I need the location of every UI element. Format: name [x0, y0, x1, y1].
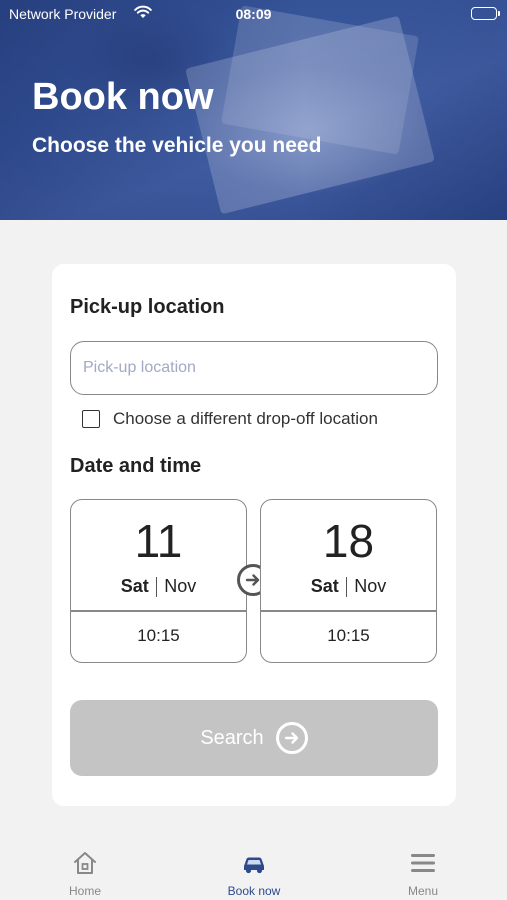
- hamburger-menu-icon: [410, 850, 436, 881]
- return-date-picker[interactable]: 18 Sat Nov 10:15: [260, 499, 437, 663]
- search-button[interactable]: Search: [70, 700, 438, 776]
- date-time-divider: [71, 610, 246, 612]
- tab-book-now[interactable]: Book now: [184, 830, 324, 900]
- page-title: Book now: [32, 76, 214, 118]
- pickup-time[interactable]: 10:15: [71, 626, 246, 646]
- return-day: 18: [322, 515, 375, 567]
- return-weekday-month: Sat Nov: [261, 576, 436, 597]
- weekday-month-separator: [155, 576, 158, 597]
- hero-banner: Network Provider 08:09 Book now Choose t…: [0, 0, 507, 220]
- return-weekday: Sat: [310, 576, 339, 596]
- tab-home[interactable]: Home: [15, 830, 155, 900]
- date-section-title: Date and time: [70, 455, 202, 477]
- tab-book-now-label: Book now: [227, 884, 281, 898]
- home-icon: [72, 850, 98, 881]
- different-dropoff-row[interactable]: Choose a different drop-off location: [82, 408, 378, 430]
- pickup-location-input[interactable]: [70, 341, 438, 395]
- tab-menu-label: Menu: [407, 884, 439, 898]
- booking-form-card: Pick-up location Choose a different drop…: [52, 264, 456, 806]
- pickup-section-title: Pick-up location: [70, 296, 225, 318]
- pickup-weekday: Sat: [120, 576, 149, 596]
- date-time-divider: [261, 610, 436, 612]
- battery-icon: [471, 7, 500, 20]
- pickup-month: Nov: [164, 576, 197, 596]
- different-dropoff-label: Choose a different drop-off location: [113, 409, 378, 428]
- pickup-weekday-month: Sat Nov: [71, 576, 246, 597]
- tab-home-label: Home: [68, 884, 101, 898]
- page-subtitle: Choose the vehicle you need: [32, 134, 322, 157]
- arrow-right-circle-icon: [275, 722, 308, 754]
- pickup-day: 11: [134, 515, 183, 567]
- car-icon: [240, 850, 268, 881]
- weekday-month-separator: [345, 576, 348, 597]
- different-dropoff-checkbox[interactable]: [82, 410, 100, 428]
- return-month: Nov: [354, 576, 387, 596]
- return-time[interactable]: 10:15: [261, 626, 436, 646]
- bottom-tab-bar: Home Book now Menu: [0, 830, 507, 900]
- status-bar: Network Provider 08:09: [0, 0, 507, 28]
- tab-menu[interactable]: Menu: [353, 830, 493, 900]
- search-button-label: Search: [200, 726, 264, 749]
- pickup-date-picker[interactable]: 11 Sat Nov 10:15: [70, 499, 247, 663]
- status-time: 08:09: [235, 6, 272, 22]
